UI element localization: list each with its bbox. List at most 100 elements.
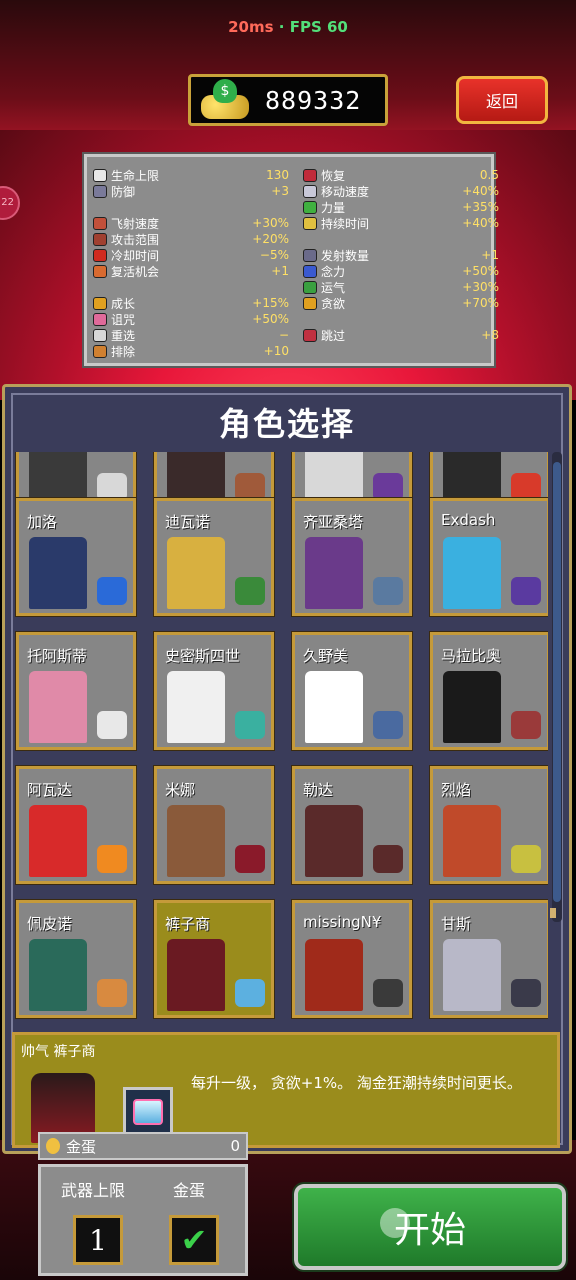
character-name: 史密斯四世 xyxy=(165,647,241,665)
stat-name: 成长 xyxy=(111,296,136,311)
starting-item-icon xyxy=(511,845,541,873)
character-grid[interactable]: 加洛 迪瓦诺 齐亚桑塔 Exdash 托阿斯蒂 史密斯四世 久野美 马拉比奥阿瓦达 米娜 勒达 烈焰… xyxy=(12,452,548,1030)
character-card[interactable]: 甘斯 xyxy=(429,899,548,1019)
starting-item-icon xyxy=(235,979,265,1007)
starting-item-icon xyxy=(97,473,127,501)
character-card[interactable]: 齐亚桑塔 xyxy=(291,497,413,617)
start-button[interactable]: 开始 xyxy=(292,1182,568,1272)
character-card[interactable]: 烈焰 xyxy=(429,765,548,885)
stat-icon xyxy=(93,168,107,182)
stat-icon xyxy=(93,216,107,230)
character-card[interactable]: 加洛 xyxy=(15,497,137,617)
stat-name: 生命上限 xyxy=(111,168,160,183)
back-button[interactable]: 返回 xyxy=(456,76,548,124)
stat-row: 攻击范围 +20% xyxy=(93,231,289,247)
character-name: 佩皮诺 xyxy=(27,915,73,933)
stat-icon xyxy=(303,248,317,262)
character-sprite xyxy=(29,805,87,877)
character-sprite xyxy=(167,805,225,877)
character-card[interactable]: 米娜 xyxy=(153,765,275,885)
weapon-limit-selector[interactable]: 1 xyxy=(73,1215,123,1265)
checkmark-icon: ✔ xyxy=(180,1221,208,1259)
starting-item-icon xyxy=(373,473,403,501)
character-sprite xyxy=(443,537,501,609)
character-sprite xyxy=(443,939,501,1011)
scrollbar-thumb[interactable] xyxy=(553,462,561,902)
character-card[interactable]: 勒达 xyxy=(291,765,413,885)
character-sprite xyxy=(29,939,87,1011)
status-separator: · xyxy=(278,18,285,36)
gold-egg-checkbox[interactable]: ✔ xyxy=(169,1215,219,1265)
character-name: 齐亚桑塔 xyxy=(303,513,364,531)
stat-icon xyxy=(93,344,107,358)
character-card[interactable]: 迪瓦诺 xyxy=(153,497,275,617)
character-name: 烈焰 xyxy=(441,781,472,799)
stat-name: 恢复 xyxy=(321,168,346,183)
stat-row: 成长 +15% xyxy=(93,295,289,311)
stat-row: 重选 − xyxy=(93,327,289,343)
stat-icon xyxy=(93,184,107,198)
stat-row: 恢复 0.5 xyxy=(303,167,499,183)
character-name: Exdash xyxy=(441,511,496,529)
starting-item-icon xyxy=(373,711,403,739)
stat-value: +8 xyxy=(481,328,499,342)
character-description-panel: 帅气 裤子商 每升一级， 贪欲+1%。 淘金狂潮持续时间更长。 xyxy=(12,1032,560,1148)
character-card[interactable]: 久野美 xyxy=(291,631,413,751)
starting-item-icon xyxy=(235,577,265,605)
stat-name: 念力 xyxy=(321,264,346,279)
character-card[interactable]: missingN¥ xyxy=(291,899,413,1019)
stat-icon xyxy=(93,264,107,278)
stat-icon xyxy=(303,168,317,182)
performance-status: 20ms · FPS 60 xyxy=(0,18,576,36)
stat-name: 移动速度 xyxy=(321,184,370,199)
stat-name: 重选 xyxy=(111,328,136,343)
stat-row: 持续时间 +40% xyxy=(303,215,499,231)
starting-item-icon xyxy=(235,845,265,873)
stat-value: 130 xyxy=(266,168,289,182)
character-sprite xyxy=(443,671,501,743)
stat-row: 力量 +35% xyxy=(303,199,499,215)
stat-value: − xyxy=(278,328,289,342)
stat-icon xyxy=(303,184,317,198)
stat-icon xyxy=(93,312,107,326)
gold-egg-bar: 金蛋 0 xyxy=(38,1132,248,1160)
stat-name: 飞射速度 xyxy=(111,216,160,231)
coin-pile-icon: $ xyxy=(195,77,255,123)
selected-character-title: 帅气 裤子商 xyxy=(21,1044,96,1060)
character-name: 托阿斯蒂 xyxy=(27,647,88,665)
character-card[interactable]: 裤子商 xyxy=(153,899,275,1019)
starting-item-icon xyxy=(97,577,127,605)
gold-egg-icon xyxy=(46,1138,60,1154)
grid-scrollbar[interactable] xyxy=(552,452,562,922)
character-card[interactable]: 史密斯四世 xyxy=(153,631,275,751)
character-sprite xyxy=(167,671,225,743)
character-sprite xyxy=(305,671,363,743)
character-card[interactable]: 马拉比奥 xyxy=(429,631,548,751)
character-card[interactable]: 阿瓦达 xyxy=(15,765,137,885)
stat-name: 冷却时间 xyxy=(111,248,160,263)
stat-value: +50% xyxy=(252,312,289,326)
stat-name: 发射数量 xyxy=(321,248,370,263)
weapon-limit-label: 武器上限 xyxy=(61,1181,126,1200)
weapon-limit-value: 1 xyxy=(89,1223,107,1257)
stat-name: 运气 xyxy=(321,280,346,295)
stat-icon xyxy=(93,232,107,246)
starting-item-icon xyxy=(511,979,541,1007)
stat-value: +30% xyxy=(252,216,289,230)
coin-value: 889332 xyxy=(265,85,362,115)
coin-counter: $ 889332 xyxy=(188,74,388,126)
character-name: 甘斯 xyxy=(441,915,472,933)
stat-value: 0.5 xyxy=(479,168,499,182)
character-card[interactable]: Exdash xyxy=(429,497,548,617)
starting-item-icon xyxy=(97,711,127,739)
character-card[interactable]: 佩皮诺 xyxy=(15,899,137,1019)
character-card[interactable]: 托阿斯蒂 xyxy=(15,631,137,751)
character-sprite xyxy=(167,537,225,609)
stat-row: 发射数量 +1 xyxy=(303,247,499,263)
touch-indicator xyxy=(380,1208,410,1238)
stat-row: 排除 +10 xyxy=(93,343,289,359)
starting-item-icon xyxy=(373,577,403,605)
stat-value: +35% xyxy=(462,200,499,214)
stat-row: 防御 +3 xyxy=(93,183,289,199)
stat-value: +70% xyxy=(462,296,499,310)
